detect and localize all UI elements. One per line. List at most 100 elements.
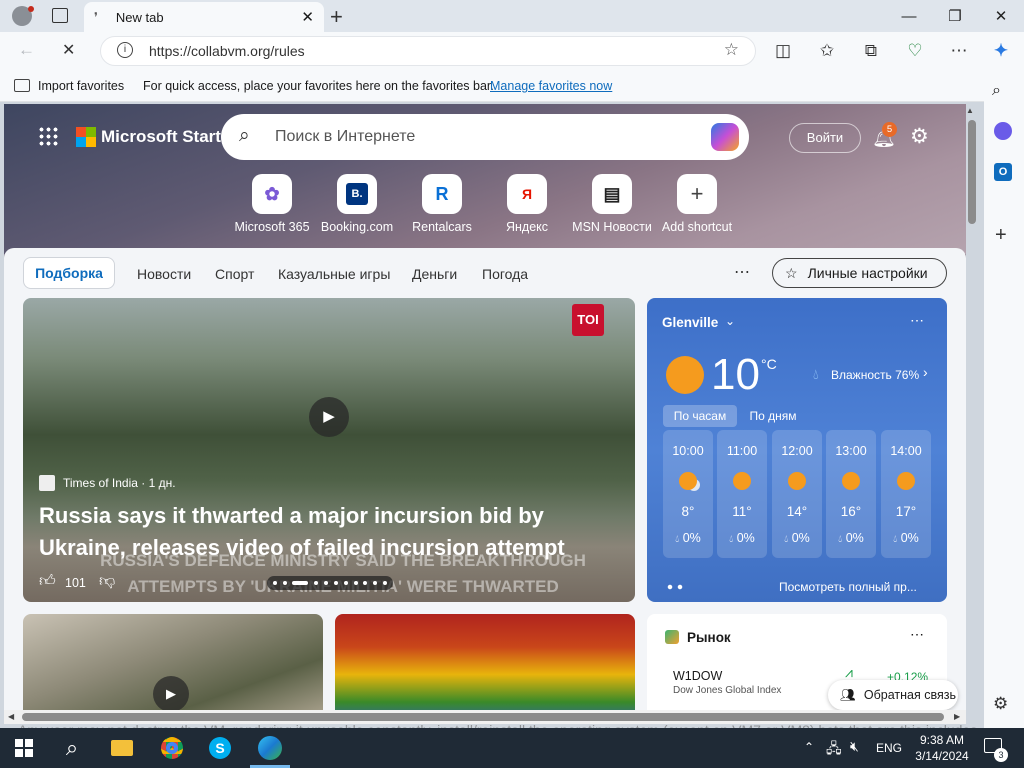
restore-button[interactable]: ❐ [932, 0, 978, 32]
play-video-icon[interactable]: ▶ [153, 676, 189, 710]
start-button[interactable] [10, 734, 38, 762]
site-info-icon[interactable]: i [117, 42, 133, 58]
weather-card[interactable]: Glenville ⌄ ⋯ 10 °C 💧︎ Влажность 76% › П… [647, 298, 947, 602]
scroll-left-arrow[interactable]: ◀ [8, 712, 14, 721]
web-search-input[interactable]: ⌕ Поиск в Интернете [221, 114, 749, 160]
address-bar[interactable]: i https://collabvm.org/rules ☆ [100, 36, 756, 66]
browser-essentials-icon[interactable]: ♡ [902, 38, 928, 64]
hero-headline[interactable]: Russia says it thwarted a major incursio… [39, 500, 619, 564]
copilot-sidebar-icon[interactable] [994, 122, 1012, 140]
apps-grid-icon[interactable] [38, 126, 58, 146]
news-card-flag[interactable] [335, 614, 635, 710]
back-icon[interactable]: ← [18, 40, 35, 60]
hour-forecast[interactable]: 11:00 11° 💧︎ 0% [717, 430, 767, 558]
tab-money[interactable]: Деньги [412, 266, 457, 282]
outlook-icon[interactable]: O [994, 163, 1012, 181]
stop-loading-icon[interactable]: ✕ [62, 40, 75, 60]
dislike-icon[interactable]: 👎︎ [99, 572, 115, 591]
import-favorites-icon[interactable] [14, 79, 30, 92]
city-chevron-icon[interactable]: ⌄ [725, 314, 735, 328]
search-icon: ⌕ [239, 125, 250, 146]
skype-icon[interactable]: S [206, 734, 234, 762]
source-logo-icon [39, 475, 55, 491]
shortcut-yandex[interactable]: Я Яндекс [483, 174, 571, 234]
hour-forecast[interactable]: 12:00 14° 💧︎ 0% [772, 430, 822, 558]
feedback-button[interactable]: 👥︎ Обратная связь [828, 680, 958, 710]
humidity[interactable]: Влажность 76% [831, 368, 919, 382]
tab-daily[interactable]: По дням [741, 405, 805, 427]
shortcut-booking[interactable]: B. Booking.com [313, 174, 401, 234]
hour-forecast[interactable]: 10:00 8° 💧︎ 0% [663, 430, 713, 558]
close-tab-icon[interactable]: ✕ [301, 8, 314, 26]
hour-forecast[interactable]: 14:00 17° 💧︎ 0% [881, 430, 931, 558]
brand-title[interactable]: Microsoft Start [101, 127, 221, 147]
tab-podborka[interactable]: Подборка [23, 257, 115, 289]
new-tab-button[interactable]: + [330, 4, 343, 30]
clock[interactable]: 9:38 AM 3/14/2024 [912, 732, 972, 764]
news-card-military[interactable]: ▶ [23, 614, 323, 710]
network-icon[interactable]: 🖧︎ [826, 738, 842, 762]
weather-city[interactable]: Glenville [662, 315, 718, 330]
signin-button[interactable]: Войти [789, 123, 861, 153]
chrome-icon[interactable] [158, 734, 186, 762]
minimize-button[interactable]: — [886, 0, 932, 32]
personalize-button[interactable]: ☆ Личные настройки [772, 258, 947, 288]
hour-precip: 💧︎ 0% [675, 531, 701, 545]
tab-news[interactable]: Новости [137, 266, 191, 282]
split-screen-icon[interactable]: ◫ [770, 38, 796, 64]
hour-forecast[interactable]: 13:00 16° 💧︎ 0% [826, 430, 876, 558]
market-title[interactable]: Рынок [687, 630, 731, 645]
hour-time: 12:00 [781, 444, 813, 458]
tab-sport[interactable]: Спорт [215, 266, 254, 282]
sidebar-settings-icon[interactable]: ⚙ [993, 694, 1008, 714]
language-indicator[interactable]: ENG [876, 741, 902, 755]
tab-new-tab[interactable]: ❜ New tab ✕ [84, 2, 324, 32]
copilot-search-icon[interactable] [711, 123, 739, 151]
search-taskbar-icon[interactable]: ⌕ [58, 734, 86, 762]
shortcut-msn-news[interactable]: ▤ MSN Новости [568, 174, 656, 234]
humidity-chevron-icon[interactable]: › [923, 364, 928, 380]
play-video-icon[interactable]: ▶ [309, 397, 349, 437]
carousel-dots[interactable] [267, 576, 393, 590]
tray-chevron-icon[interactable]: ⌃ [804, 740, 814, 754]
edge-taskbar-icon[interactable] [256, 734, 284, 762]
tab-weather[interactable]: Погода [482, 266, 528, 282]
booking-logo: B. [346, 183, 368, 205]
weather-more-icon[interactable]: ⋯ [910, 312, 924, 329]
tab-actions-icon[interactable] [52, 8, 68, 23]
favorites-icon[interactable]: ✩ [814, 38, 840, 64]
market-more-icon[interactable]: ⋯ [910, 626, 924, 643]
like-count: 101 [65, 576, 86, 590]
file-explorer-icon[interactable] [108, 734, 136, 762]
more-menu-icon[interactable]: ⋯ [946, 38, 972, 64]
volume-muted-icon[interactable]: 🔇︎ [850, 738, 859, 755]
sun-icon [733, 472, 751, 490]
page-settings-icon[interactable]: ⚙ [910, 124, 929, 149]
import-favorites-button[interactable]: Import favorites [38, 79, 124, 93]
feedback-icon: 👥︎ [840, 687, 856, 702]
search-icon[interactable]: ⌕ [992, 82, 1001, 100]
hero-article[interactable]: TOI ▶ RUSSIA'S DEFENCE MINISTRY SAID THE… [23, 298, 635, 602]
hero-source[interactable]: Times of India · 1 дн. [63, 476, 176, 490]
close-window-button[interactable]: ✕ [978, 0, 1024, 32]
tab-hourly[interactable]: По часам [663, 405, 737, 427]
weather-page-dots[interactable] [665, 584, 685, 590]
favorite-star-icon[interactable]: ☆ [724, 40, 739, 60]
scroll-up-arrow[interactable]: ▲ [966, 106, 974, 115]
like-icon[interactable]: 👍︎ [39, 572, 56, 591]
url-text[interactable]: https://collabvm.org/rules [149, 43, 305, 59]
more-tabs-icon[interactable]: ⋯ [734, 262, 750, 282]
tab-casual-games[interactable]: Казуальные игры [278, 266, 390, 282]
add-shortcut[interactable]: + Add shortcut [653, 174, 741, 234]
hour-temp: 8° [681, 504, 695, 519]
weather-full-forecast-link[interactable]: Посмотреть полный пр... [779, 580, 917, 594]
manage-favorites-link[interactable]: Manage favorites now [490, 79, 612, 93]
ticker-symbol[interactable]: W1DOW [673, 669, 722, 683]
add-sidebar-app-icon[interactable]: + [995, 224, 1007, 247]
shortcut-microsoft-365[interactable]: ✿ Microsoft 365 [228, 174, 316, 234]
shortcut-label: Яндекс [505, 220, 549, 234]
shortcut-rentalcars[interactable]: R Rentalcars [398, 174, 486, 234]
collections-icon[interactable]: ⧉ [858, 38, 884, 64]
vertical-scroll-thumb[interactable] [968, 120, 976, 224]
copilot-icon[interactable]: ✦ [988, 38, 1014, 64]
